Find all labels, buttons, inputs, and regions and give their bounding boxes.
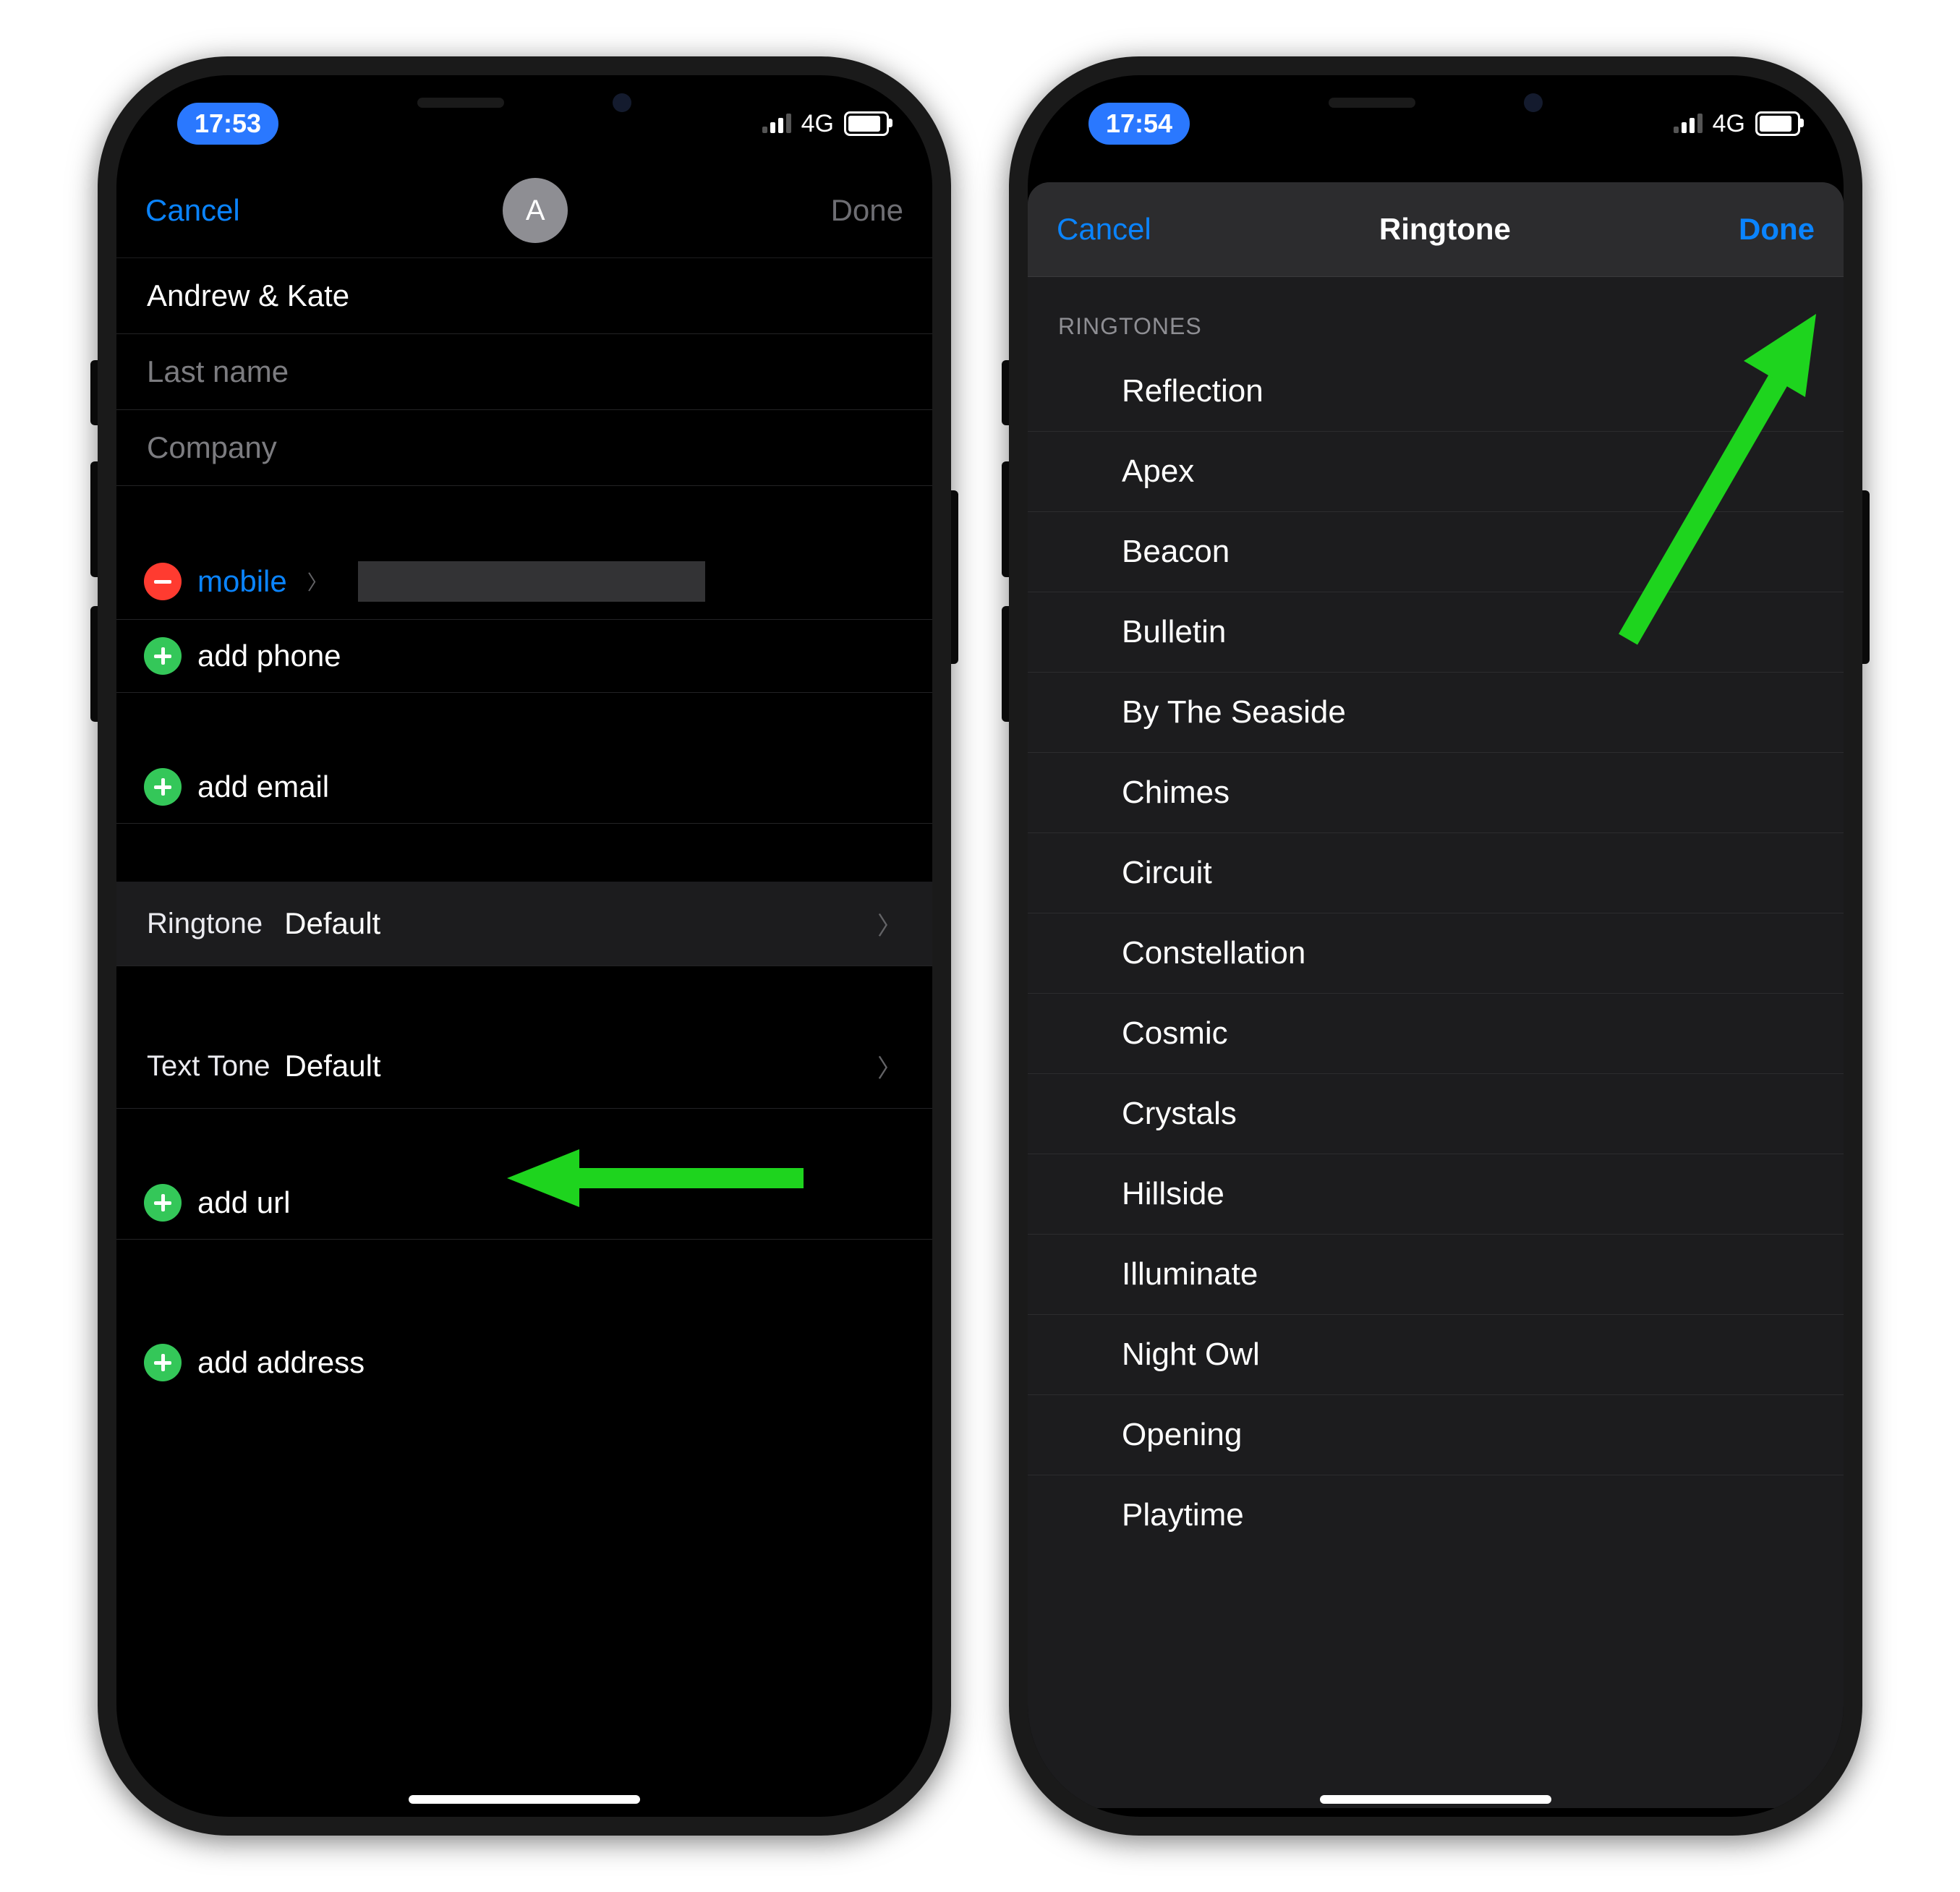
- modal-title: Ringtone: [1379, 212, 1511, 247]
- home-indicator[interactable]: [409, 1795, 640, 1804]
- ringtone-option[interactable]: Chimes: [1028, 753, 1844, 833]
- add-phone-label: add phone: [197, 639, 341, 673]
- phone-right: 17:54 4G Cancel Ringtone Done RINGTONES …: [1009, 56, 1862, 1836]
- ringtone-option[interactable]: Playtime: [1028, 1475, 1844, 1555]
- add-address-label: add address: [197, 1345, 365, 1380]
- first-name-field[interactable]: Andrew & Kate: [116, 258, 932, 334]
- notch: [340, 75, 709, 130]
- battery-icon: [844, 111, 889, 136]
- add-url-icon[interactable]: [144, 1184, 182, 1222]
- chevron-right-icon: 〉: [877, 1049, 902, 1084]
- add-address-row[interactable]: add address: [116, 1326, 932, 1399]
- status-time: 17:54: [1088, 103, 1190, 145]
- screen-right: 17:54 4G Cancel Ringtone Done RINGTONES …: [1028, 75, 1844, 1817]
- ringtone-option[interactable]: Circuit: [1028, 833, 1844, 913]
- ringtone-option[interactable]: Constellation: [1028, 913, 1844, 994]
- company-field[interactable]: Company: [116, 410, 932, 486]
- network-label: 4G: [801, 110, 834, 138]
- phone-number-redacted[interactable]: [358, 561, 705, 602]
- annotation-arrow-done: [1585, 292, 1844, 668]
- phone-left: 17:53 4G Cancel A Done Andrew & Kate Las…: [98, 56, 951, 1836]
- add-email-row[interactable]: add email: [116, 751, 932, 824]
- texttone-label: Text Tone: [147, 1050, 270, 1083]
- add-url-label: add url: [197, 1185, 290, 1220]
- avatar-letter: A: [526, 195, 545, 227]
- home-indicator[interactable]: [1320, 1795, 1551, 1804]
- texttone-row[interactable]: Text Tone Default 〉: [116, 1024, 932, 1109]
- ringtone-value: Default: [284, 906, 380, 941]
- ringtone-option[interactable]: By The Seaside: [1028, 673, 1844, 753]
- remove-phone-icon[interactable]: [144, 563, 182, 600]
- add-address-icon[interactable]: [144, 1344, 182, 1381]
- ringtone-option[interactable]: Illuminate: [1028, 1235, 1844, 1315]
- add-phone-row[interactable]: add phone: [116, 620, 932, 693]
- battery-icon: [1755, 111, 1800, 136]
- ringtone-option[interactable]: Crystals: [1028, 1074, 1844, 1154]
- signal-icon: [762, 114, 791, 133]
- ringtone-row[interactable]: Ringtone Default 〉: [116, 882, 932, 966]
- ringtone-label: Ringtone: [147, 908, 263, 940]
- network-label: 4G: [1713, 110, 1745, 138]
- ringtone-option[interactable]: Cosmic: [1028, 994, 1844, 1074]
- screen-left: 17:53 4G Cancel A Done Andrew & Kate Las…: [116, 75, 932, 1817]
- phone-type-label[interactable]: mobile: [197, 564, 287, 599]
- add-email-icon[interactable]: [144, 768, 182, 806]
- add-phone-icon[interactable]: [144, 637, 182, 675]
- last-name-field[interactable]: Last name: [116, 334, 932, 410]
- done-button[interactable]: Done: [831, 193, 903, 228]
- done-button[interactable]: Done: [1739, 212, 1815, 247]
- phone-row-mobile[interactable]: mobile 〉: [116, 544, 932, 620]
- nav-bar: Cancel A Done: [116, 163, 932, 258]
- signal-icon: [1674, 114, 1703, 133]
- chevron-right-icon: 〉: [307, 567, 328, 596]
- annotation-arrow-ringtone: [507, 1138, 811, 1218]
- texttone-value: Default: [285, 1049, 381, 1083]
- status-time: 17:53: [177, 103, 278, 145]
- ringtone-option[interactable]: Opening: [1028, 1395, 1844, 1475]
- cancel-button[interactable]: Cancel: [1057, 212, 1151, 247]
- ringtone-option[interactable]: Night Owl: [1028, 1315, 1844, 1395]
- chevron-right-icon: 〉: [877, 906, 902, 942]
- notch: [1251, 75, 1620, 130]
- add-email-label: add email: [197, 770, 329, 804]
- modal-nav-bar: Cancel Ringtone Done: [1028, 182, 1844, 277]
- avatar[interactable]: A: [503, 178, 568, 243]
- cancel-button[interactable]: Cancel: [145, 193, 240, 228]
- ringtone-option[interactable]: Hillside: [1028, 1154, 1844, 1235]
